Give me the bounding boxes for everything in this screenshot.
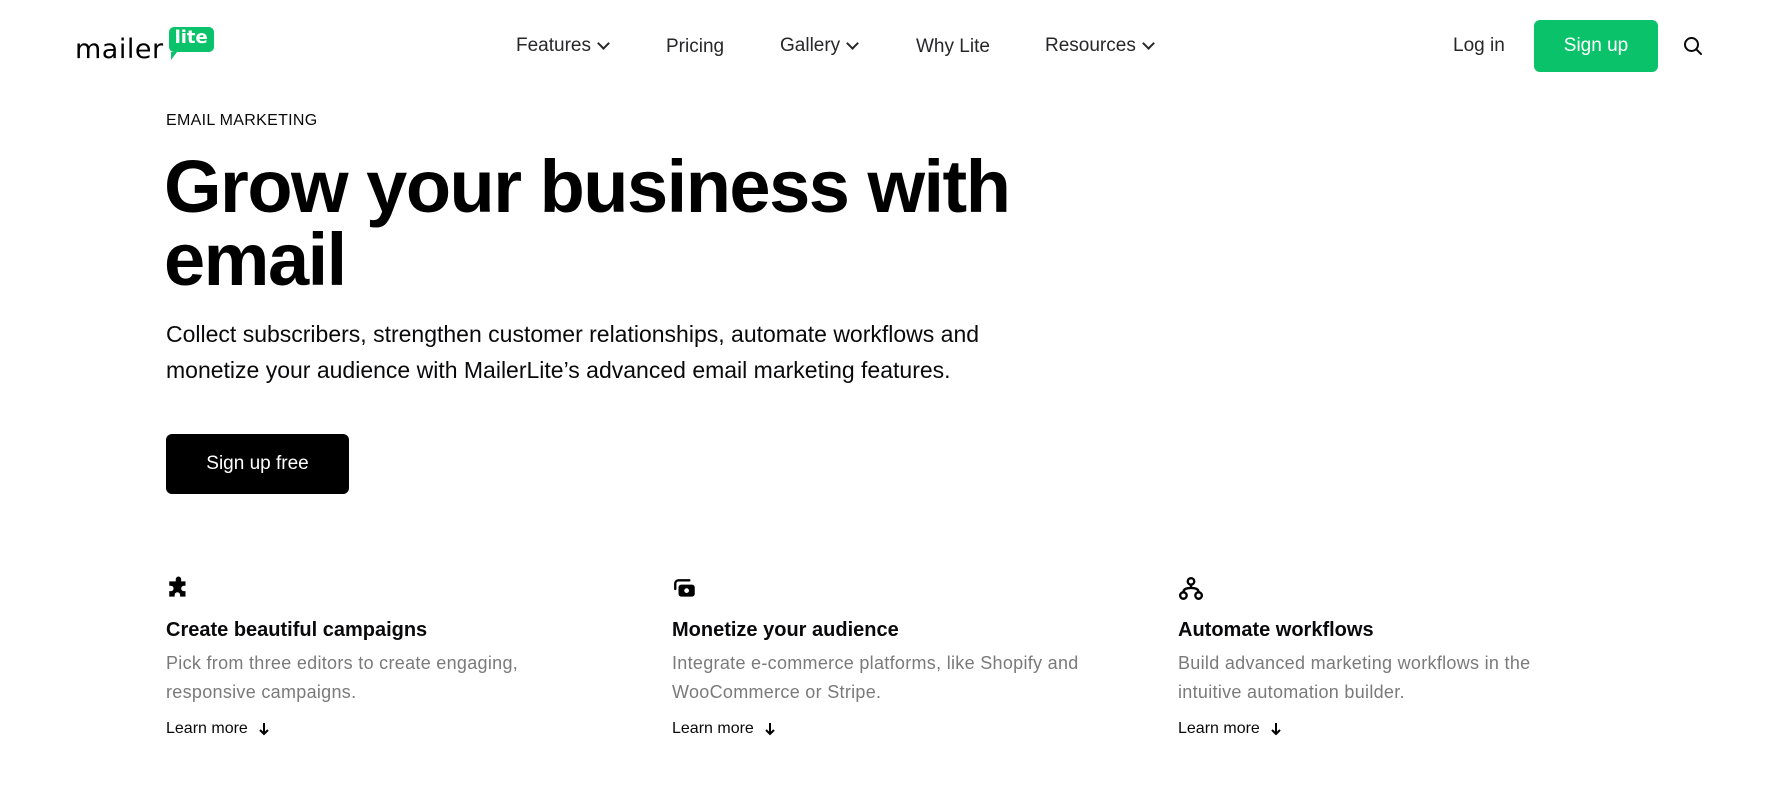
nav-item-why-lite[interactable]: Why Lite xyxy=(916,36,990,58)
learn-more-link[interactable]: Learn more xyxy=(166,720,586,738)
login-link[interactable]: Log in xyxy=(1453,35,1505,57)
logo[interactable]: mailer lite xyxy=(75,22,214,66)
learn-more-label: Learn more xyxy=(1178,720,1260,737)
feature-title: Create beautiful campaigns xyxy=(166,619,428,641)
chevron-down-icon xyxy=(1141,36,1155,50)
signup-free-button[interactable]: Sign up free xyxy=(166,434,349,494)
search-icon[interactable] xyxy=(1683,36,1703,56)
workflow-icon xyxy=(1178,576,1204,602)
nav-item-pricing[interactable]: Pricing xyxy=(666,36,724,58)
arrow-down-icon xyxy=(259,723,269,736)
nav-label: Resources xyxy=(1045,35,1136,56)
feature-description: Pick from three editors to create engagi… xyxy=(166,653,519,702)
page-title: Grow your business with email xyxy=(164,145,1011,301)
eyebrow-label: EMAIL MARKETING xyxy=(166,112,318,129)
money-icon xyxy=(672,576,698,602)
arrow-down-icon xyxy=(765,723,775,736)
learn-more-link[interactable]: Learn more xyxy=(672,720,1092,738)
nav-item-features[interactable]: Features xyxy=(516,35,610,57)
chevron-down-icon xyxy=(846,36,860,50)
logo-word: mailer xyxy=(75,34,164,65)
learn-more-label: Learn more xyxy=(166,720,248,737)
nav-item-resources[interactable]: Resources xyxy=(1045,35,1155,57)
nav-label: Gallery xyxy=(780,35,841,56)
learn-more-link[interactable]: Learn more xyxy=(1178,720,1598,738)
arrow-down-icon xyxy=(1271,723,1281,736)
nav-label: Why Lite xyxy=(916,36,990,57)
chevron-down-icon xyxy=(597,36,610,50)
feature-description: Build advanced marketing workflows in th… xyxy=(1178,653,1531,702)
hero-description: Collect subscribers, strengthen customer… xyxy=(166,321,980,383)
feature-card: Create beautiful campaigns Pick from thr… xyxy=(166,576,586,738)
feature-title: Monetize your audience xyxy=(672,619,899,641)
feature-description: Integrate e-commerce platforms, like Sho… xyxy=(672,653,1079,702)
feature-card: Monetize your audience Integrate e-comme… xyxy=(672,576,1092,738)
feature-title: Automate workflows xyxy=(1178,619,1374,641)
signup-button[interactable]: Sign up xyxy=(1534,20,1658,72)
logo-badge: lite xyxy=(168,27,214,60)
nav-label: Pricing xyxy=(666,36,725,57)
nav-item-gallery[interactable]: Gallery xyxy=(780,35,860,57)
feature-card: Automate workflows Build advanced market… xyxy=(1178,576,1598,738)
puzzle-icon xyxy=(166,576,192,602)
nav-label: Features xyxy=(516,35,591,56)
learn-more-label: Learn more xyxy=(672,720,754,737)
